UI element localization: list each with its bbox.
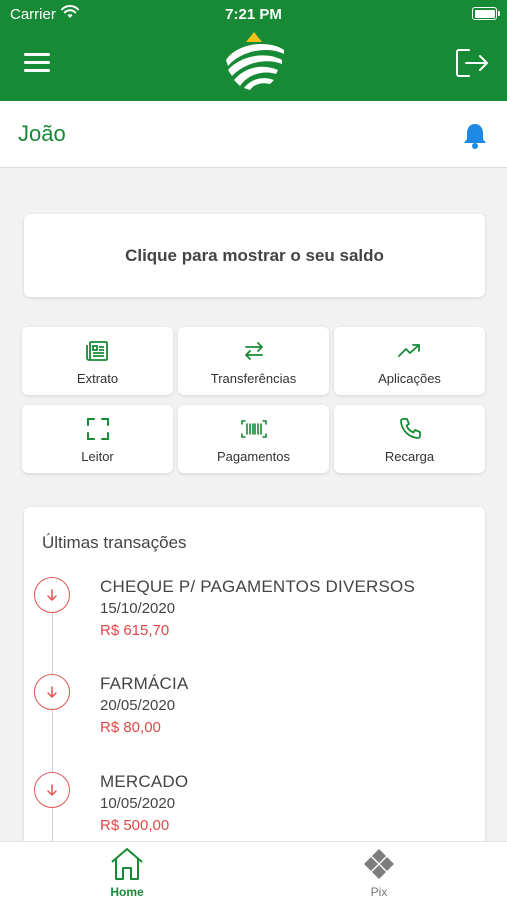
scan-frame-icon [22, 417, 173, 441]
action-label: Transferências [210, 371, 297, 386]
logout-icon[interactable] [455, 48, 489, 83]
action-pagamentos-button[interactable]: Pagamentos [178, 405, 329, 473]
transaction-name: CHEQUE P/ PAGAMENTOS DIVERSOS [100, 577, 416, 596]
battery-icon [472, 7, 500, 20]
hamburger-menu-icon[interactable] [24, 53, 52, 75]
action-transferencias-button[interactable]: Transferências [178, 327, 329, 395]
transaction-item[interactable]: CHEQUE P/ PAGAMENTOS DIVERSOS 15/10/2020… [24, 577, 485, 657]
action-leitor-button[interactable]: Leitor [22, 405, 173, 473]
show-balance-label: Clique para mostrar o seu saldo [125, 246, 384, 265]
transaction-amount: R$ 615,70 [100, 622, 170, 639]
tab-pix[interactable]: Pix [319, 842, 439, 900]
debit-arrow-icon [34, 674, 70, 710]
action-label: Aplicações [378, 371, 441, 386]
action-label: Pagamentos [217, 449, 290, 464]
trending-up-icon [334, 339, 485, 363]
transaction-amount: R$ 80,00 [100, 719, 161, 736]
action-label: Leitor [81, 449, 114, 464]
status-bar: Carrier 7:21 PM [0, 0, 507, 28]
debit-arrow-icon [34, 772, 70, 808]
transaction-date: 15/10/2020 [100, 600, 176, 617]
transaction-amount: R$ 500,00 [100, 817, 170, 834]
phone-icon [334, 417, 485, 441]
transaction-item[interactable]: FARMÁCIA 20/05/2020 R$ 80,00 [24, 674, 485, 754]
tab-home[interactable]: Home [67, 842, 187, 900]
tab-pix-label: Pix [370, 885, 388, 899]
action-recarga-button[interactable]: Recarga [334, 405, 485, 473]
bottom-tab-bar: Home Pix [0, 841, 507, 900]
transaction-item[interactable]: MERCADO 10/05/2020 R$ 500,00 [24, 772, 485, 852]
home-icon [67, 847, 187, 881]
transaction-date: 20/05/2020 [100, 697, 176, 714]
status-time: 7:21 PM [225, 6, 282, 23]
transaction-name: MERCADO [100, 772, 189, 791]
app-header: Carrier 7:21 PM [0, 0, 507, 101]
barcode-icon [178, 417, 329, 441]
action-extrato-button[interactable]: Extrato [22, 327, 173, 395]
transactions-title: Últimas transações [42, 533, 187, 552]
action-label: Recarga [384, 449, 435, 464]
transaction-name: FARMÁCIA [100, 674, 189, 693]
user-name: João [18, 121, 66, 146]
tab-home-label: Home [110, 885, 144, 899]
action-aplicacoes-button[interactable]: Aplicações [334, 327, 485, 395]
user-bar: João [0, 101, 507, 168]
action-label: Extrato [76, 371, 119, 386]
bell-icon[interactable] [462, 122, 488, 155]
transaction-date: 10/05/2020 [100, 795, 176, 812]
recent-transactions-card: Últimas transações CHEQUE P/ PAGAMENTOS … [24, 507, 485, 867]
show-balance-button[interactable]: Clique para mostrar o seu saldo [24, 214, 485, 297]
debit-arrow-icon [34, 577, 70, 613]
receipt-icon [22, 339, 173, 363]
bank-logo [222, 30, 286, 97]
pix-icon [319, 847, 439, 881]
transfer-arrows-icon [178, 339, 329, 363]
